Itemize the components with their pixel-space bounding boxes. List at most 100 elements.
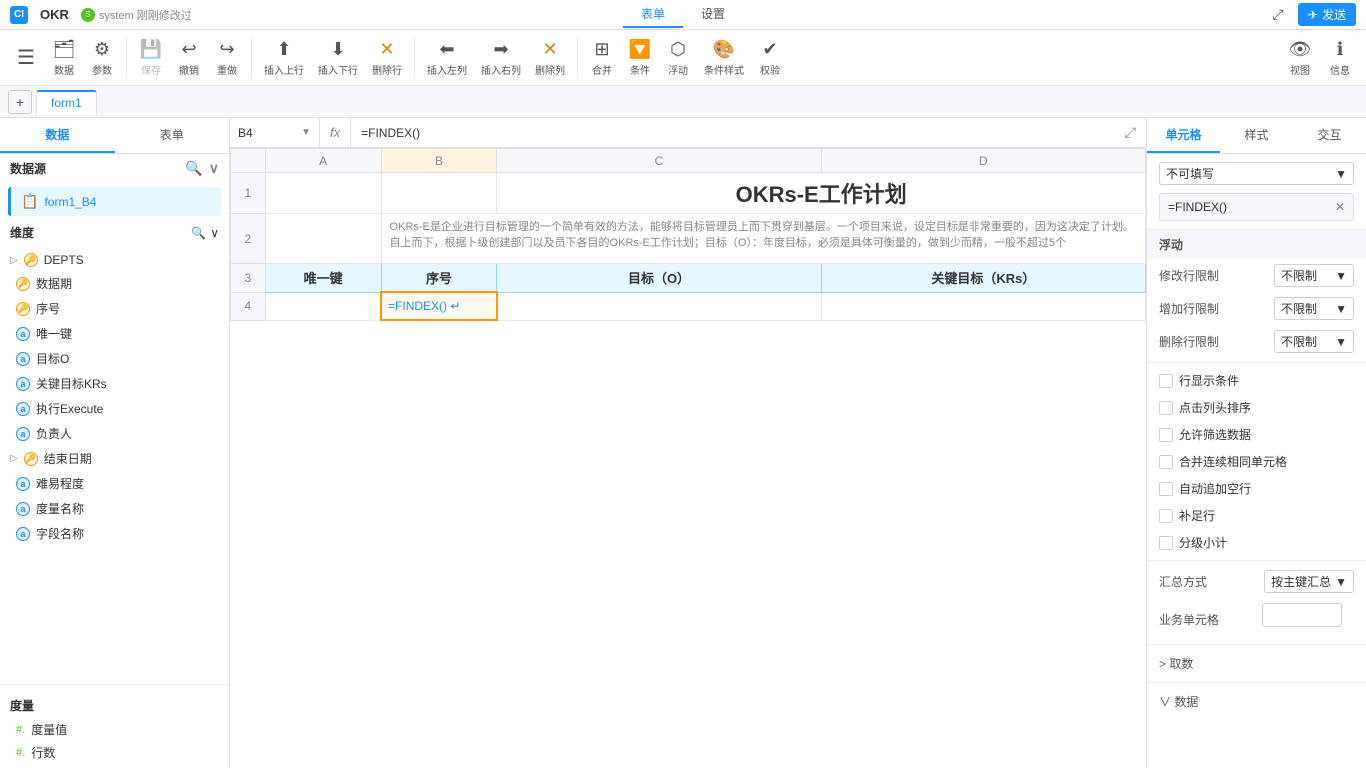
grid-container[interactable]: A B C D 1 OKRs-E工作计划 [230,148,1146,768]
checkbox-row-fill-rows[interactable]: 补足行 [1147,502,1366,529]
right-formula-box[interactable]: =FINDEX() ✕ [1159,193,1354,221]
cell-D4[interactable] [821,292,1145,320]
right-tab-style[interactable]: 样式 [1220,118,1293,153]
delete-col-icon: ✕ [542,39,557,60]
dim-item-xuhao[interactable]: 🔑 序号 [0,296,229,321]
dim-item-target-o[interactable]: a 目标O [0,346,229,371]
dim-item-responsible[interactable]: a 负责人 [0,421,229,446]
right-tab-cell[interactable]: 单元格 [1147,118,1220,153]
checkbox-row-display-condition[interactable]: 行显示条件 [1147,367,1366,394]
cell-B1[interactable] [381,173,497,214]
dim-text-icon-3: a [16,377,30,391]
measure-item-value[interactable]: #. 度量值 [0,718,229,741]
cell-B4[interactable]: =FINDEX() ↵ [381,292,497,320]
toolbar-insert-col-left[interactable]: ⬅ 插入左列 [421,35,473,81]
toolbar-redo[interactable]: ↪ 重做 [209,35,245,81]
formula-input[interactable]: =FINDEX() [351,126,1115,140]
modify-row-limit-select[interactable]: 不限制 ▼ [1274,264,1354,287]
toolbar-delete-col[interactable]: ✕ 删除列 [529,35,571,81]
cell-C1[interactable]: OKRs-E工作计划 [497,173,1146,214]
cell-A2[interactable] [265,214,381,264]
save-icon: 💾 [140,39,162,60]
sheet-tab-form1[interactable]: form1 [36,90,97,114]
toolbar-delete-row[interactable]: ✕ 删除行 [366,35,408,81]
dim-item-measure-name[interactable]: a 度量名称 [0,496,229,521]
writable-select[interactable]: 不可填写 ▼ [1159,162,1354,185]
toolbar-condition-style[interactable]: 🎨 条件样式 [698,35,750,81]
col-header-D[interactable]: D [821,149,1145,173]
dim-text-icon-5: a [16,427,30,441]
checkbox-row-subtotal[interactable]: 分级小计 [1147,529,1366,556]
col-header-B[interactable]: B [381,149,497,173]
dim-item-dataqiode[interactable]: 🔑 数据期 [0,271,229,296]
checkbox-row-merge-same[interactable]: 合并连续相同单元格 [1147,448,1366,475]
checkbox-sort[interactable] [1159,401,1173,415]
checkbox-auto-append[interactable] [1159,482,1173,496]
dim-item-field-name[interactable]: a 字段名称 [0,521,229,546]
share-button[interactable]: ✈ 发送 [1298,3,1356,26]
add-sheet-button[interactable]: + [8,90,32,114]
dim-item-difficulty[interactable]: a 难易程度 [0,471,229,496]
dim-item-end-date[interactable]: ▷ 🔑 结束日期 [0,446,229,471]
datasource-expand-icon[interactable]: ∨ [209,160,219,177]
datasource-search-icon[interactable]: 🔍 [185,160,202,177]
toolbar-insert-row-above[interactable]: ⬆ 插入上行 [258,35,310,81]
cell-reference[interactable]: B4 ▼ [230,118,320,147]
toolbar-condition[interactable]: 🔽 条件 [622,35,658,81]
dim-item-execute[interactable]: a 执行Execute [0,396,229,421]
cell-C4[interactable] [497,292,821,320]
cell-C3[interactable]: 目标（O） [497,264,821,293]
cell-B3[interactable]: 序号 [381,264,497,293]
cell-A1[interactable] [265,173,381,214]
business-cell-input[interactable] [1262,603,1342,627]
cell-A4[interactable] [265,292,381,320]
toolbar-view[interactable]: 👁 视图 [1282,35,1318,81]
expand-qusu[interactable]: > 取数 [1147,649,1366,678]
expand-data[interactable]: ∨ 数据 [1147,687,1366,716]
col-header-A[interactable]: A [265,149,381,173]
checkbox-row-filter[interactable]: 允许筛选数据 [1147,421,1366,448]
checkbox-merge-same[interactable] [1159,455,1173,469]
undo-label: 撤销 [179,62,199,77]
dim-item-unique-key[interactable]: a 唯一键 [0,321,229,346]
cell-A3[interactable]: 唯一键 [265,264,381,293]
title-tab-settings[interactable]: 设置 [683,1,743,28]
title-tab-form[interactable]: 表单 [623,1,683,28]
cell-D3[interactable]: 关键目标（KRs） [821,264,1145,293]
left-tab-form[interactable]: 表单 [115,118,230,153]
checkbox-display-condition[interactable] [1159,374,1173,388]
col-header-C[interactable]: C [497,149,821,173]
dimension-expand-icon[interactable]: ∨ [210,226,219,240]
view-expand-icon[interactable]: ⤢ [1266,3,1290,27]
cell-B2[interactable]: OKRs-E是企业进行目标管理的一个简单有效的方法，能够将目标管理员上而下贯穿到… [381,214,1145,264]
checkbox-row-sort[interactable]: 点击列头排序 [1147,394,1366,421]
measure-item-count[interactable]: #. 行数 [0,741,229,764]
toolbar-info[interactable]: ℹ 信息 [1322,35,1358,81]
left-tab-data[interactable]: 数据 [0,118,115,153]
checkbox-row-auto-append[interactable]: 自动追加空行 [1147,475,1366,502]
toolbar-verify[interactable]: ✔ 权验 [752,35,788,81]
dim-item-krs[interactable]: a 关键目标KRs [0,371,229,396]
formula-close-icon[interactable]: ✕ [1335,200,1345,214]
toolbar-save[interactable]: 💾 保存 [133,35,169,81]
toolbar-menu[interactable]: ☰ [8,41,44,74]
toolbar-insert-col-right[interactable]: ➡ 插入右列 [475,35,527,81]
toolbar-data[interactable]: 🗂 数据 [46,35,82,81]
toolbar-insert-row-below[interactable]: ⬇ 插入下行 [312,35,364,81]
delete-row-limit-select[interactable]: 不限制 ▼ [1274,330,1354,353]
toolbar-float[interactable]: ⬡ 浮动 [660,35,696,81]
checkbox-filter[interactable] [1159,428,1173,442]
toolbar-params[interactable]: ⚙ 参数 [84,35,120,81]
datasource-item[interactable]: 📋 form1_B4 [8,187,221,216]
right-tab-interact[interactable]: 交互 [1293,118,1366,153]
formula-expand-icon[interactable]: ⤢ [1115,124,1146,141]
checkbox-fill-rows[interactable] [1159,509,1173,523]
dimension-search-icon[interactable]: 🔍 [191,226,206,240]
toolbar-undo[interactable]: ↩ 撤销 [171,35,207,81]
checkbox-subtotal[interactable] [1159,536,1173,550]
dim-item-DEPTS[interactable]: ▷ 🔑 DEPTS [0,249,229,271]
toolbar-merge[interactable]: ⊞ 合并 [584,35,620,81]
summary-method-select[interactable]: 按主键汇总 ▼ [1264,570,1354,593]
measure-header: 度量 [0,689,229,718]
add-row-limit-select[interactable]: 不限制 ▼ [1274,297,1354,320]
